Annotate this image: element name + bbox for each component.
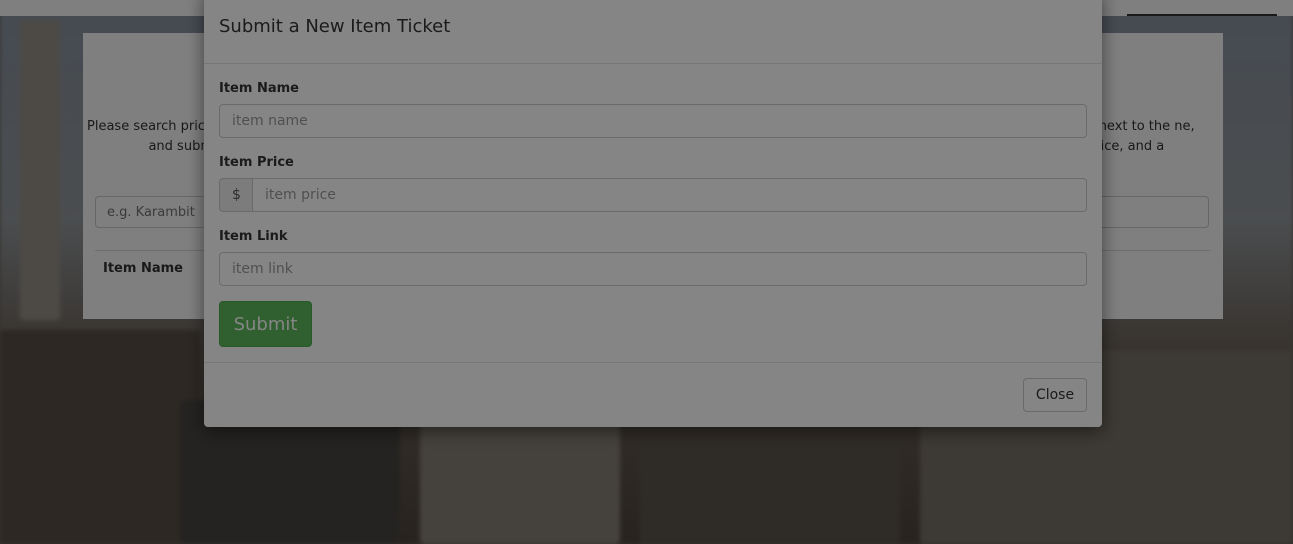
item-name-input[interactable] [219, 104, 1087, 138]
item-link-input[interactable] [219, 252, 1087, 286]
dollar-addon: $ [219, 178, 253, 212]
item-link-label: Item Link [219, 229, 288, 244]
modal-header: Submit a New Item Ticket [204, 0, 1102, 64]
item-price-label: Item Price [219, 155, 294, 170]
item-name-label: Item Name [219, 81, 299, 96]
submit-item-modal: Submit a New Item Ticket Item Name Item … [204, 0, 1102, 427]
close-button[interactable]: Close [1023, 378, 1087, 412]
modal-footer: Close [204, 362, 1102, 428]
item-price-input[interactable] [252, 178, 1087, 212]
modal-title: Submit a New Item Ticket [219, 16, 451, 37]
submit-button[interactable]: Submit [219, 301, 312, 347]
